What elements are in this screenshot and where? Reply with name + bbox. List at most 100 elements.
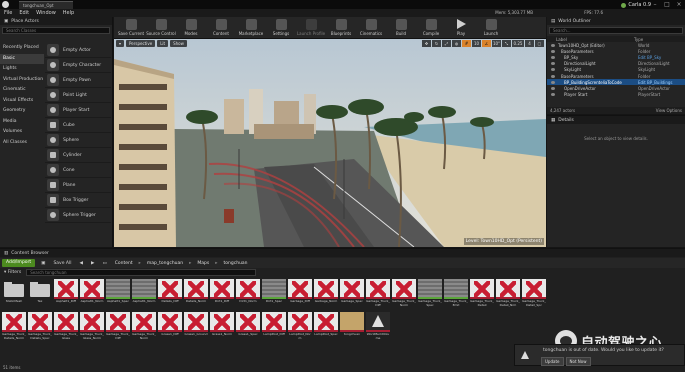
actor-point-light[interactable]: Point Light [45,88,111,103]
asset-tile[interactable]: Garbage_Norm [314,279,338,310]
eye-icon[interactable] [551,74,555,78]
world-outliner-tab[interactable]: ▤ World Outliner [547,17,685,25]
content-browser-tab[interactable]: ▥ Content Browser [0,249,685,257]
outliner-row[interactable]: Player Start PlayerStart [547,92,685,98]
filters-button[interactable]: ▾ Filters [2,270,23,275]
asset-tile[interactable]: Garbage_Truck_Detail [470,279,494,310]
asset-tile[interactable]: Garbage_Spec [340,279,364,310]
translate-icon[interactable]: ✥ [422,40,431,47]
maximize-icon[interactable]: □ [661,0,673,9]
asset-tile[interactable]: Grass1_Norm [210,312,234,343]
asset-tile[interactable]: Asphalt1_Diff [54,279,78,310]
rotation-snap-value[interactable]: 10° [492,40,501,47]
eye-icon[interactable] [551,62,555,66]
asset-tile[interactable]: Garbage_Truck_Diff [106,312,130,343]
row-type[interactable]: Edit BP_Sky [638,55,661,60]
maximize-viewport-icon[interactable]: ▢ [535,40,544,47]
document-tab[interactable]: tongchuan_Opt [19,0,73,9]
settings-button[interactable]: Settings [266,17,296,39]
asset-tile[interactable]: Garbage_Truck_Detail_Nrm [496,279,520,310]
menu-window[interactable]: Window [36,10,56,16]
scale-snap-toggle[interactable]: ⤡ [502,40,511,47]
outliner-row[interactable]: DirectionalLight DirectionalLight [547,61,685,67]
world-icon[interactable]: ◍ [452,40,461,47]
eye-icon[interactable] [551,68,555,72]
category-basic[interactable]: Basic [0,53,44,64]
actor-plane[interactable]: Plane [45,178,111,193]
viewport-options-button[interactable]: ▾ [116,40,125,47]
asset-tile[interactable]: WorldBuildVolume [366,312,390,343]
asset-tile[interactable]: tongchuan [340,312,364,343]
asset-tile[interactable]: Garbage_Truck_Emit [444,279,468,310]
update-button[interactable]: Update [541,357,564,366]
grid-snap-toggle[interactable]: # [462,40,471,47]
perspective-button[interactable]: Perspective [126,40,156,47]
actor-sphere[interactable]: Sphere [45,133,111,148]
asset-tile[interactable]: Garbage_Truck_Diff [366,279,390,310]
marketplace-button[interactable]: Marketplace [236,17,266,39]
asset-tile[interactable]: Garbage_Truck_Glass [54,312,78,343]
launch-button[interactable]: Launch [476,17,506,39]
asset-tile[interactable]: LampPost_Diff [262,312,286,343]
asset-tile[interactable]: Asphalt1_Norm [80,279,104,310]
outliner-row[interactable]: OpenDriveActor OpenDriveActor [547,85,685,91]
menu-edit[interactable]: Edit [19,10,29,16]
build-button[interactable]: Build [386,17,416,39]
actor-empty-character[interactable]: Empty Character [45,58,111,73]
asset-tile[interactable]: Garbage_Truck_Detail_Spc [522,279,546,310]
asset-tile[interactable]: Dirt1_Spec [262,279,286,310]
asset-tile[interactable]: Dirt1_Diff [210,279,234,310]
place-actors-search[interactable]: Search Classes [2,27,110,34]
close-icon[interactable]: × [673,0,685,9]
category-all-classes[interactable]: All Classes [0,138,44,149]
launch-profile-button[interactable]: Launch Profile [296,17,326,39]
show-button[interactable]: Show [170,40,187,47]
actor-sphere-trigger[interactable]: Sphere Trigger [45,208,111,223]
save-all-button[interactable]: Save All [51,261,73,266]
category-cinematic[interactable]: Cinematic [0,85,44,96]
row-type[interactable]: Edit BP_Buildings [638,80,672,85]
breadcrumb-maps[interactable]: Maps [195,261,211,266]
asset-tile[interactable]: Garbage_Truck_Norm [132,312,156,343]
save-current-button[interactable]: Save Current [116,17,146,39]
breadcrumb-tongchuan[interactable]: tongchuan [222,261,250,266]
eye-icon[interactable] [551,80,555,84]
asset-tile[interactable]: Garbage_Truck_Glass_Norm [80,312,104,343]
outliner-search[interactable]: Search... [549,27,683,34]
category-geometry[interactable]: Geometry [0,106,44,117]
eye-icon[interactable] [551,93,555,97]
asset-tile[interactable]: LampPost_Spec [314,312,338,343]
type-column-header[interactable]: Type [634,37,643,42]
asset-tile[interactable]: Garbage_Truck_Details_Spec [28,312,52,343]
content-search-input[interactable]: Search tongchuan [26,269,257,276]
actor-cylinder[interactable]: Cylinder [45,148,111,163]
play-button[interactable]: Play [446,17,476,39]
category-lights[interactable]: Lights [0,64,44,75]
asset-tile[interactable]: Dirt1_Norm [236,279,260,310]
eye-icon[interactable] [551,55,555,59]
breadcrumb-content[interactable]: Content [113,261,135,266]
camera-speed[interactable]: 4 [525,40,534,47]
asset-tile[interactable]: Garbage_Truck_Details_Norm [2,312,26,343]
rotate-icon[interactable]: ↻ [432,40,441,47]
scale-icon[interactable]: ⤢ [442,40,451,47]
category-visual-effects[interactable]: Visual Effects [0,96,44,107]
category-volumes[interactable]: Volumes [0,127,44,138]
asset-tile[interactable]: Asphalt1_Spec [106,279,130,310]
asset-tile[interactable]: Grass1_Diff [158,312,182,343]
asset-tile[interactable]: Details_Norm [184,279,208,310]
asset-tile[interactable]: Tex [28,279,52,310]
menu-file[interactable]: File [4,10,12,16]
add-import-button[interactable]: Add/Import [2,259,36,267]
actor-cone[interactable]: Cone [45,163,111,178]
level-viewport[interactable]: ▾ Perspective Lit Show ✥ ↻ ⤢ ◍ # 10 ∠ 10… [114,39,546,247]
place-actors-tab[interactable]: ▣ Place Actors [0,17,112,25]
modes-button[interactable]: Modes [176,17,206,39]
grid-snap-value[interactable]: 10 [472,40,481,47]
scale-snap-value[interactable]: 0.25 [512,40,524,47]
view-options-button[interactable]: View Options [656,108,682,113]
compile-button[interactable]: Compile [416,17,446,39]
menu-help[interactable]: Help [63,10,74,16]
details-tab[interactable]: ▦ Details [547,116,685,124]
actor-empty-pawn[interactable]: Empty Pawn [45,73,111,88]
